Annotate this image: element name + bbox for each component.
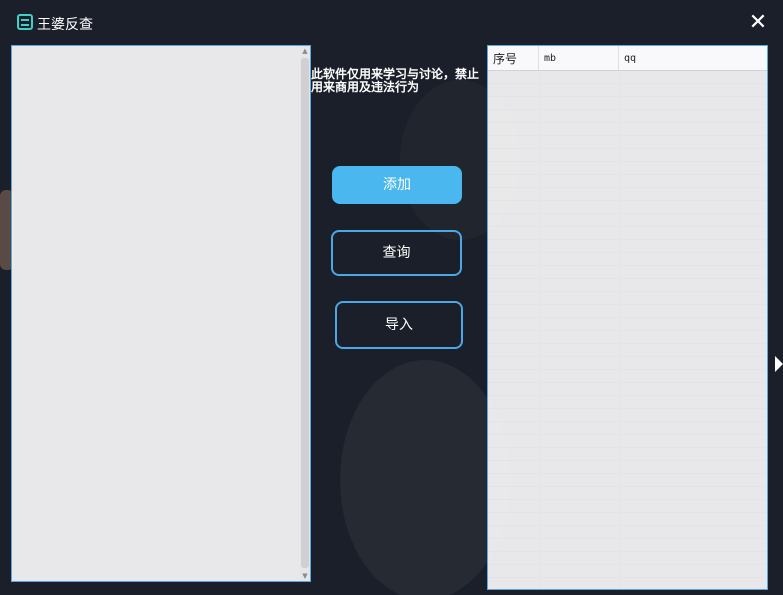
column-divider [619, 71, 620, 589]
close-icon[interactable]: ✕ [745, 10, 771, 36]
table-header: 序号 mb qq [488, 46, 767, 71]
column-header-qq[interactable]: qq [619, 46, 767, 70]
vertical-scrollbar[interactable]: ▲ ▼ [300, 46, 310, 581]
import-button[interactable]: 导入 [335, 301, 463, 349]
disclaimer-text: 此软件仅用来学习与讨论，禁止用来商用及违法行为 [311, 67, 480, 94]
main-window: 王婆反查 ✕ ▲ ▼ 此软件仅用来学习与讨论，禁止用来商用及违法行为 添加 查询… [0, 0, 783, 595]
expand-arrow-icon[interactable] [775, 356, 783, 372]
column-header-index[interactable]: 序号 [488, 46, 539, 70]
background-decoration [340, 360, 510, 595]
results-table[interactable]: 序号 mb qq [487, 45, 768, 590]
input-list-box[interactable]: ▲ ▼ [11, 45, 311, 582]
add-button[interactable]: 添加 [332, 166, 462, 204]
column-header-mb[interactable]: mb [539, 46, 619, 70]
app-logo-icon [17, 14, 33, 30]
scroll-down-arrow-icon[interactable]: ▼ [300, 571, 310, 581]
window-title: 王婆反查 [37, 17, 93, 33]
scroll-up-arrow-icon[interactable]: ▲ [300, 46, 310, 56]
query-button[interactable]: 查询 [331, 230, 462, 276]
scroll-thumb[interactable] [301, 58, 309, 568]
table-body[interactable] [488, 71, 767, 589]
title-bar[interactable]: 王婆反查 ✕ [0, 0, 783, 42]
column-divider [539, 71, 540, 589]
